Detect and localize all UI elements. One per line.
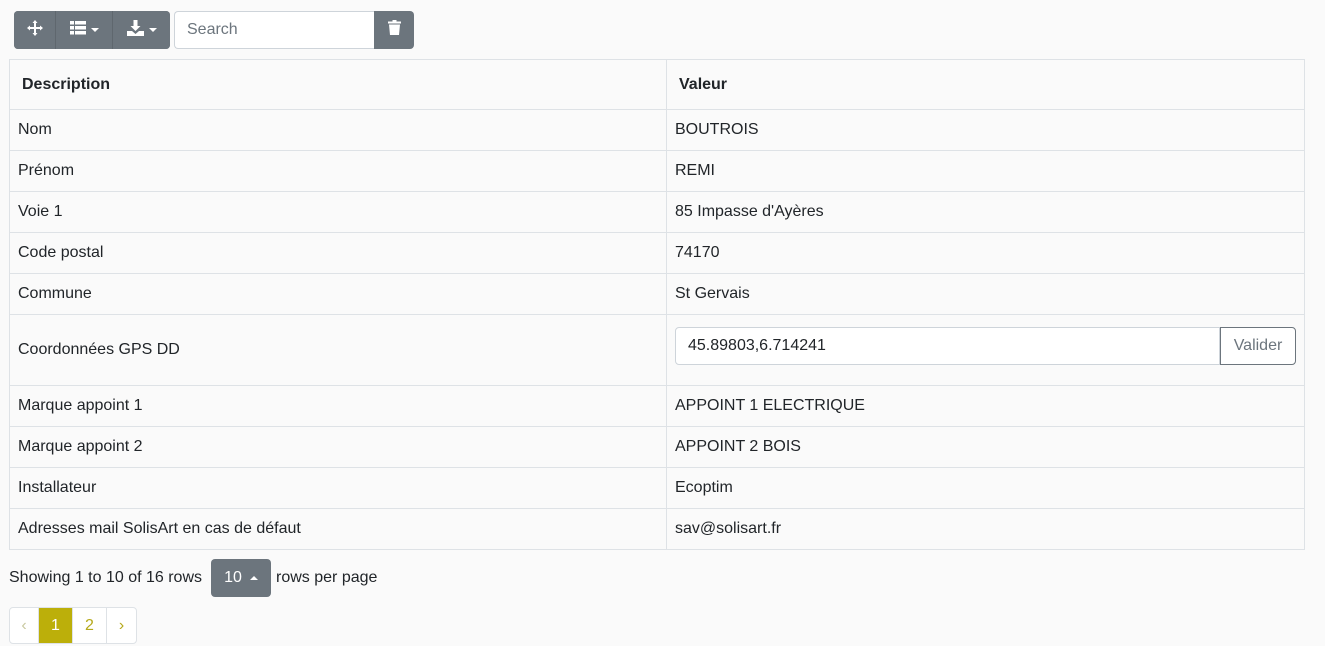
table-row: Marque appoint 1 APPOINT 1 ELECTRIQUE <box>9 385 1305 427</box>
column-header-value[interactable]: Valeur <box>666 59 1305 110</box>
pagination-info: Showing 1 to 10 of 16 rows 10 rows per p… <box>9 559 377 597</box>
export-download-icon <box>126 19 144 41</box>
table-header-row: Description Valeur <box>9 59 1305 110</box>
row-value: REMI <box>666 150 1305 192</box>
row-description: Adresses mail SolisArt en cas de défaut <box>9 508 667 550</box>
row-description: Marque appoint 2 <box>9 426 667 468</box>
row-description: Commune <box>9 273 667 315</box>
pagination-prev[interactable]: ‹ <box>10 608 39 643</box>
table-row: Code postal 74170 <box>9 232 1305 274</box>
table-row: Prénom REMI <box>9 150 1305 192</box>
row-value: BOUTROIS <box>666 109 1305 151</box>
row-description: Installateur <box>9 467 667 509</box>
showing-rows-text: Showing 1 to 10 of 16 rows <box>9 569 203 586</box>
row-description: Voie 1 <box>9 191 667 233</box>
table-row: Commune St Gervais <box>9 273 1305 315</box>
row-description: Prénom <box>9 150 667 192</box>
chevron-down-icon <box>148 28 157 32</box>
table-row: Adresses mail SolisArt en cas de défaut … <box>9 508 1305 550</box>
row-value: APPOINT 1 ELECTRIQUE <box>666 385 1305 427</box>
row-description: Nom <box>9 109 667 151</box>
row-description: Code postal <box>9 232 667 274</box>
gps-input-group: Valider <box>675 327 1296 365</box>
pagination: ‹ 1 2 › <box>9 607 137 644</box>
data-table: Description Valeur Nom BOUTROIS Prénom R… <box>9 59 1305 550</box>
pagination-page-2[interactable]: 2 <box>73 608 107 643</box>
chevron-down-icon <box>90 28 99 32</box>
page-size-value: 10 <box>224 569 242 586</box>
table-row: Nom BOUTROIS <box>9 109 1305 151</box>
row-value: Ecoptim <box>666 467 1305 509</box>
pagination-page-1[interactable]: 1 <box>39 608 73 643</box>
row-value: 85 Impasse d'Ayères <box>666 191 1305 233</box>
row-value: APPOINT 2 BOIS <box>666 426 1305 468</box>
columns-toggle-button[interactable] <box>56 11 113 49</box>
validate-gps-button[interactable]: Valider <box>1220 327 1296 365</box>
row-value: St Gervais <box>666 273 1305 315</box>
table-row: Voie 1 85 Impasse d'Ayères <box>9 191 1305 233</box>
pagination-next[interactable]: › <box>107 608 136 643</box>
export-button[interactable] <box>113 11 170 49</box>
columns-list-icon <box>69 20 86 40</box>
rows-per-page-label: rows per page <box>276 569 378 586</box>
row-value: sav@solisart.fr <box>666 508 1305 550</box>
move-icon <box>26 19 43 41</box>
row-description: Coordonnées GPS DD <box>9 314 667 386</box>
table-toolbar <box>14 11 170 49</box>
page-size-dropdown[interactable]: 10 <box>211 559 272 597</box>
table-row: Marque appoint 2 APPOINT 2 BOIS <box>9 426 1305 468</box>
gps-cell: Valider <box>666 314 1305 386</box>
search-input[interactable] <box>174 11 376 49</box>
row-description: Marque appoint 1 <box>9 385 667 427</box>
row-value: 74170 <box>666 232 1305 274</box>
toolbar-button-group <box>14 11 170 49</box>
table-row: Coordonnées GPS DD Valider <box>9 314 1305 386</box>
move-button[interactable] <box>14 11 56 49</box>
column-header-description[interactable]: Description <box>9 59 667 110</box>
table-row: Installateur Ecoptim <box>9 467 1305 509</box>
gps-coordinates-input[interactable] <box>675 327 1220 365</box>
chevron-up-icon <box>249 576 258 580</box>
clear-search-button[interactable] <box>374 11 414 49</box>
trash-icon <box>387 20 401 40</box>
